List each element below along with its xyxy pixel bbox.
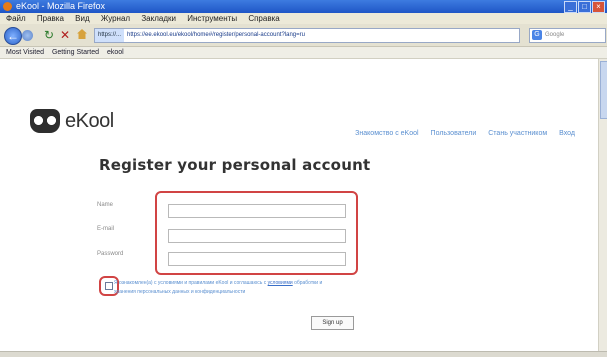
link-users[interactable]: Пользователи [431,130,477,137]
vertical-scrollbar[interactable] [598,59,607,351]
top-nav-links: Знакомство с eKool Пользователи Стань уч… [355,130,575,137]
url-text: https://ee.ekool.eu/ekool/home#/register… [127,32,305,38]
owl-logo-icon [30,109,60,133]
link-about[interactable]: Знакомство с eKool [355,130,418,137]
email-label: E-mail [97,226,115,232]
bookmark-getting-started[interactable]: Getting Started [52,49,99,56]
minimize-icon[interactable]: _ [564,1,577,13]
menu-item-help[interactable]: Справка [248,14,279,23]
link-become-member[interactable]: Стань участником [488,130,547,137]
password-label: Password [97,251,124,257]
password-field[interactable] [168,252,346,266]
bookmark-ekool[interactable]: ekool [107,49,124,56]
stop-icon[interactable]: ✕ [60,28,70,42]
name-field[interactable] [168,204,346,218]
page-title: Register your personal account [99,156,371,174]
search-input[interactable]: G Google [529,28,606,43]
google-icon: G [532,30,542,40]
bookmark-most-visited[interactable]: Most Visited [6,49,44,56]
menu-item-file[interactable]: Файл [6,14,26,23]
close-icon[interactable]: × [592,1,605,13]
forward-button[interactable] [22,30,33,41]
bookmarks-toolbar: Most Visited Getting Started ekool [0,47,607,59]
window-title: eKool - Mozilla Firefox [16,1,106,11]
signup-button[interactable]: Sign up [311,316,354,330]
window-controls: _ □ × [564,1,605,13]
navigation-toolbar: ↻ ✕ https://...https://ee.ekool.eu/ekool… [0,24,607,47]
terms-checkbox[interactable] [105,282,113,290]
firefox-icon [3,2,12,11]
reload-icon[interactable]: ↻ [44,28,54,42]
home-icon[interactable] [77,29,87,39]
terms-prefix: Я ознакомлен(а) с условиями и правилами … [114,280,268,286]
status-bar [0,351,607,357]
terms-link[interactable]: условиями [268,280,293,286]
address-bar[interactable]: https://... https://ee.ekool.eu/ekool/hom… [94,28,520,43]
menu-item-edit[interactable]: Правка [37,14,64,23]
menu-item-bookmarks[interactable]: Закладки [141,14,176,23]
menu-bar: Файл Правка Вид Журнал Закладки Инструме… [0,13,607,24]
maximize-icon[interactable]: □ [578,1,591,13]
scrollbar-thumb[interactable] [600,61,607,119]
logo-text: eKool [65,109,114,132]
link-login[interactable]: Вход [559,130,575,137]
menu-item-tools[interactable]: Инструменты [187,14,237,23]
menu-item-history[interactable]: Журнал [101,14,130,23]
search-placeholder: Google [545,32,565,38]
name-label: Name [97,202,114,208]
terms-text: Я ознакомлен(а) с условиями и правилами … [114,279,329,297]
site-identity[interactable]: https://... [95,29,125,42]
email-field[interactable] [168,229,346,243]
menu-item-view[interactable]: Вид [75,14,89,23]
ekool-logo[interactable]: eKool [30,109,114,133]
window-titlebar: eKool - Mozilla Firefox _ □ × [0,0,607,13]
back-button[interactable] [4,27,22,45]
